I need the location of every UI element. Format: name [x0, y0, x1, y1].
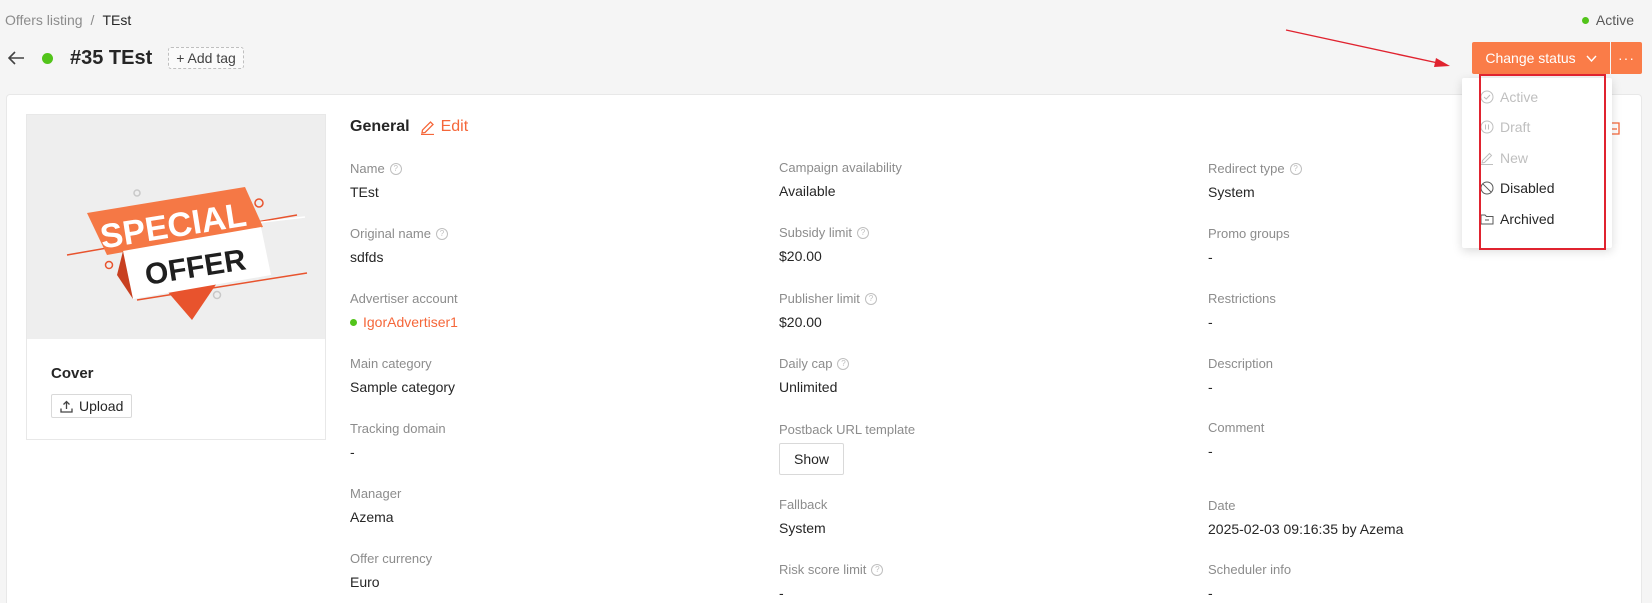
annotation-arrow-icon [1285, 29, 1450, 67]
